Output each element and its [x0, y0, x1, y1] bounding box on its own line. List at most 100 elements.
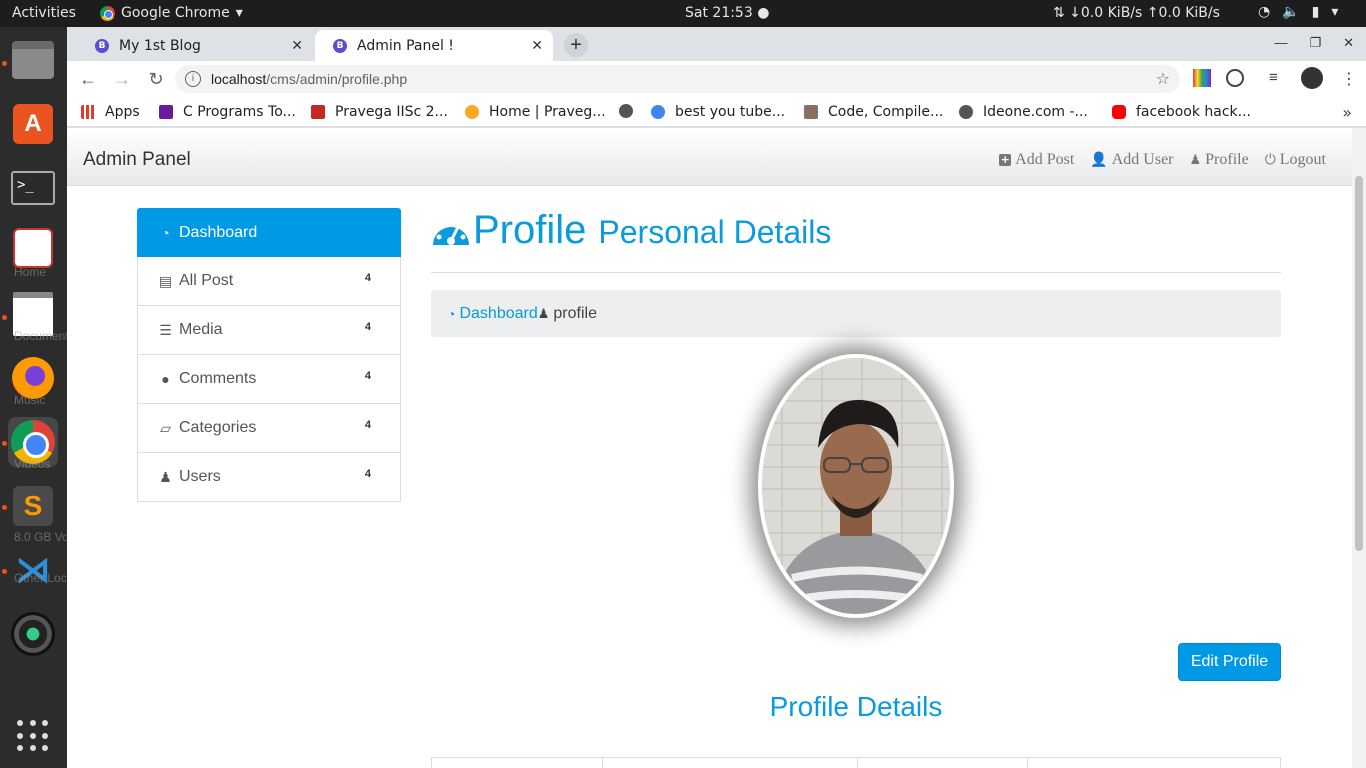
bookmark-favicon-icon	[159, 105, 173, 119]
color-extension-icon[interactable]	[1193, 69, 1211, 87]
nav-profile[interactable]: ♟ Profile	[1190, 151, 1249, 169]
files-icon	[12, 41, 54, 79]
bookmark-pravega-iisc[interactable]: Pravega IISc 2...	[311, 104, 448, 120]
edit-profile-button[interactable]: Edit Profile	[1178, 643, 1281, 681]
maximize-icon[interactable]: ❐	[1309, 35, 1321, 51]
scrollbar-thumb[interactable]	[1355, 176, 1363, 551]
more-bookmarks-icon[interactable]: »	[1342, 103, 1352, 122]
google-icon	[651, 105, 665, 119]
tab-admin-panel[interactable]: B Admin Panel ! ✕	[315, 30, 553, 61]
close-window-icon[interactable]: ✕	[1343, 35, 1354, 51]
site-info-icon[interactable]: i	[185, 71, 201, 87]
bootstrap-favicon-icon: B	[333, 38, 347, 53]
sidebar-item-all-post[interactable]: ▤ All Post 4	[137, 257, 401, 306]
system-top-bar: Activities Google Chrome ▾ Sat 21:53 ● ⇅…	[0, 0, 1366, 27]
bookmark-youtube-search[interactable]: best you tube...	[651, 104, 785, 120]
tab-title: My 1st Blog	[119, 37, 201, 54]
count-badge: 4	[360, 320, 375, 334]
tab-my-1st-blog[interactable]: B My 1st Blog ✕	[77, 30, 313, 61]
close-tab-icon[interactable]: ✕	[531, 38, 543, 54]
navbar-brand[interactable]: Admin Panel	[83, 149, 191, 171]
window-controls: — ❐ ✕	[1274, 35, 1354, 51]
wifi-icon: ◔	[1258, 4, 1271, 20]
reload-icon[interactable]: ↻	[143, 69, 169, 90]
volume-icon: 🔈	[1282, 4, 1300, 20]
globe-icon	[959, 105, 973, 119]
page-viewport: Admin Panel + Add Post 👤 Add User ♟ Profile…	[67, 128, 1366, 768]
dock-vscode[interactable]: ⋊	[8, 545, 58, 595]
user-icon: ♟	[537, 305, 550, 321]
dock-camera[interactable]	[8, 609, 58, 659]
browser-window: B My 1st Blog ✕ B Admin Panel ! ✕ + — ❐ …	[67, 27, 1366, 768]
back-icon[interactable]: ←	[75, 69, 101, 90]
activities-button[interactable]: Activities	[12, 5, 76, 21]
page-title: Profile Personal Details	[431, 208, 831, 253]
more-menu-icon[interactable]: ⋮	[1341, 69, 1359, 88]
dashboard-icon: ◔	[161, 224, 170, 241]
sidebar-item-comments[interactable]: ● Comments 4	[137, 355, 401, 404]
profile-avatar-icon[interactable]	[1301, 67, 1323, 89]
dock-files[interactable]	[8, 35, 58, 85]
youtube-icon	[1112, 105, 1126, 119]
breadcrumb-dashboard[interactable]: ◔ Dashboard	[447, 305, 538, 323]
minimize-icon[interactable]: —	[1274, 35, 1287, 51]
bookmark-home-pravega[interactable]: Home | Praveg...	[465, 104, 606, 120]
sidebar-item-categories[interactable]: ▱ Categories 4	[137, 404, 401, 453]
address-bar[interactable]: i localhost/cms/admin/profile.php ☆	[175, 65, 1180, 93]
url-text[interactable]: localhost/cms/admin/profile.php	[211, 71, 407, 87]
bookmark-c-programs[interactable]: C Programs To...	[159, 104, 296, 120]
close-tab-icon[interactable]: ✕	[291, 38, 303, 54]
profile-photo	[758, 354, 954, 618]
bookmark-facebook-hack[interactable]: facebook hack...	[1112, 104, 1251, 120]
app-menu[interactable]: Google Chrome ▾	[100, 5, 243, 21]
dock-terminal[interactable]: >_	[8, 163, 58, 213]
desktop-label: Documents	[14, 329, 75, 343]
desktop-label: Videos	[14, 457, 51, 471]
bookmark-globe[interactable]	[619, 104, 643, 118]
clock[interactable]: Sat 21:53 ●	[685, 5, 769, 21]
system-tray[interactable]: ◔ 🔈 ▮ ▾	[1258, 4, 1338, 20]
new-tab-button[interactable]: +	[564, 33, 588, 57]
running-indicator	[2, 441, 7, 446]
folder-open-icon: ▱	[160, 419, 171, 436]
forward-icon[interactable]: →	[109, 69, 135, 90]
admin-navbar: Admin Panel + Add Post 👤 Add User ♟ Profile…	[67, 128, 1352, 186]
page-scrollbar[interactable]	[1352, 128, 1366, 768]
file-icon: ▤	[158, 272, 173, 289]
bookmark-star-icon[interactable]: ☆	[1156, 69, 1170, 89]
dock-software[interactable]: A	[8, 99, 58, 149]
navbar-links: + Add Post 👤 Add User ♟ Profile ⏻ Logout	[999, 151, 1326, 169]
running-indicator	[2, 61, 7, 66]
breadcrumb-current: ♟ profile	[537, 304, 597, 322]
caret-down-icon: ▾	[235, 5, 243, 21]
extension-icon[interactable]	[1226, 69, 1244, 87]
show-applications-button[interactable]	[8, 711, 58, 761]
app-menu-label: Google Chrome	[121, 5, 230, 21]
nav-logout[interactable]: ⏻ Logout	[1265, 151, 1326, 169]
desktop-label: Home	[14, 265, 47, 279]
profile-details-heading: Profile Details	[769, 691, 943, 722]
database-icon: ☰	[159, 321, 172, 338]
bootstrap-favicon-icon: B	[95, 38, 109, 53]
nav-add-post[interactable]: + Add Post	[999, 151, 1074, 169]
bookmark-favicon-icon	[465, 105, 479, 119]
bookmark-code-compile[interactable]: Code, Compile...	[804, 104, 943, 120]
media-control-icon[interactable]: ≡	[1269, 69, 1287, 87]
terminal-icon: >_	[11, 171, 55, 205]
sidebar-item-dashboard[interactable]: ◔ Dashboard	[137, 208, 401, 257]
nav-add-user[interactable]: 👤 Add User	[1090, 151, 1173, 169]
sidebar-item-media[interactable]: ☰ Media 4	[137, 306, 401, 355]
bookmark-ideone[interactable]: Ideone.com -...	[959, 104, 1088, 120]
sublime-text-icon: S	[13, 486, 53, 526]
app-grid-icon	[17, 720, 49, 752]
user-icon: ♟	[1189, 152, 1202, 168]
sidebar-item-users[interactable]: ♟ Users 4	[137, 453, 401, 502]
power-icon: ⏻	[1264, 152, 1276, 168]
dock-sublime[interactable]: S	[8, 481, 58, 531]
bookmark-apps[interactable]: Apps	[81, 104, 140, 120]
count-badge: 4	[360, 467, 375, 481]
running-indicator	[2, 569, 7, 574]
bookmarks-bar: Apps C Programs To... Pravega IISc 2... …	[67, 97, 1366, 127]
dashboard-icon	[433, 220, 469, 245]
sidebar-menu: ◔ Dashboard ▤ All Post 4 ☰ Media 4 ● Comment…	[137, 208, 401, 502]
